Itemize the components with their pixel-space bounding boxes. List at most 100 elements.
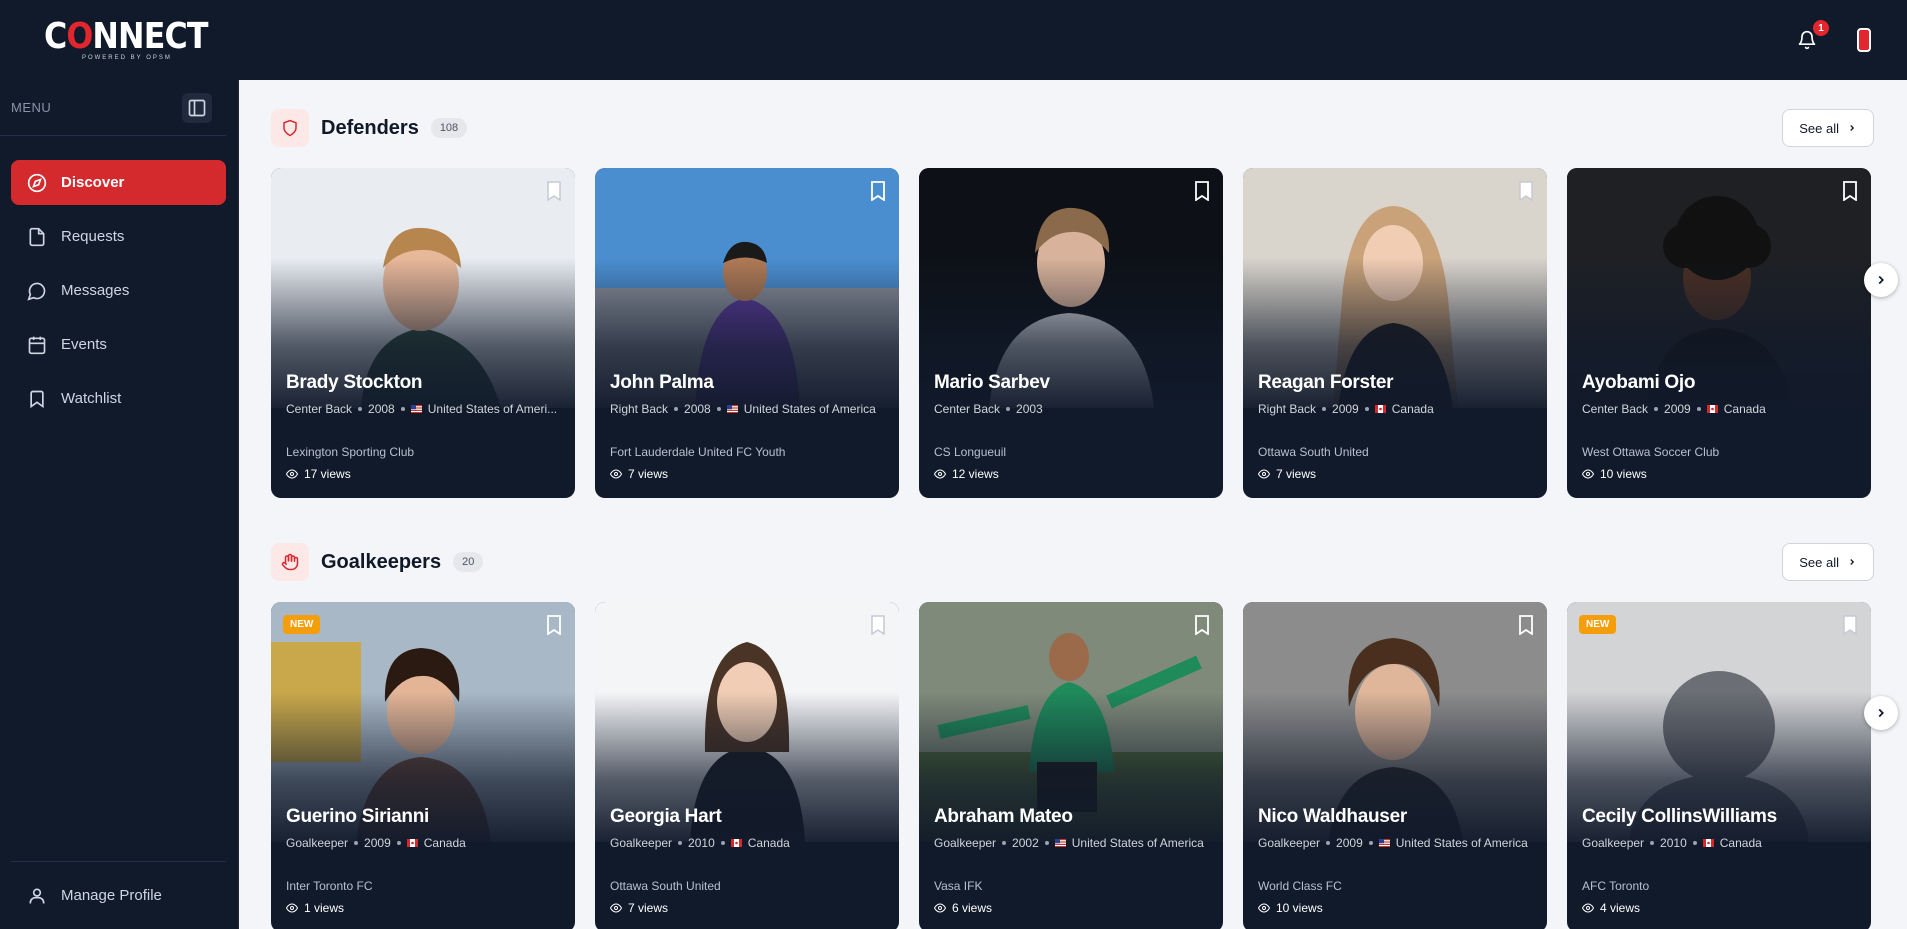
sidebar-item-label: Requests xyxy=(61,228,125,245)
new-badge: NEW xyxy=(283,615,321,634)
player-views-count: 10 views xyxy=(1600,467,1647,481)
top-bar: CONNECT POWERED BY OPSM 1 xyxy=(0,0,1907,80)
player-birth-year: 2009 xyxy=(1664,402,1691,416)
player-country: United States of America xyxy=(1395,836,1528,850)
player-club: AFC Toronto xyxy=(1582,879,1650,893)
sidebar-item-messages[interactable]: Messages xyxy=(11,268,226,313)
player-card[interactable]: NEW Guerino Sirianni Goalkeeper 2009 Can… xyxy=(271,602,575,929)
connect-logo[interactable]: CONNECT POWERED BY OPSM xyxy=(44,19,230,62)
canada-flag-icon xyxy=(406,839,418,847)
player-views-count: 4 views xyxy=(1600,901,1641,915)
player-country: United States of Ameri... xyxy=(427,402,558,416)
eye-icon xyxy=(1582,903,1594,913)
player-card[interactable]: Mario Sarbev Center Back 2003 CS Longueu… xyxy=(919,168,1223,498)
sidebar-item-discover[interactable]: Discover xyxy=(11,160,226,205)
sidebar-toggle-icon xyxy=(188,99,206,116)
player-card[interactable]: Brady Stockton Center Back 2008 United S… xyxy=(271,168,575,498)
player-club: Vasa IFK xyxy=(934,879,983,893)
see-all-button[interactable]: See all xyxy=(1782,543,1874,581)
player-country: Canada xyxy=(747,836,790,850)
bookmark-icon[interactable] xyxy=(870,615,886,635)
sidebar-item-label: Watchlist xyxy=(61,390,122,407)
section-header-goalkeepers: Goalkeepers 20 See all xyxy=(271,539,1874,585)
sidebar-item-watchlist[interactable]: Watchlist xyxy=(11,376,226,421)
eye-icon xyxy=(610,469,622,479)
canada-flag-icon xyxy=(730,839,742,847)
player-name: Abraham Mateo xyxy=(934,806,1073,827)
player-position: Center Back xyxy=(286,402,353,416)
chevron-right-icon xyxy=(1850,559,1855,565)
bookmark-icon[interactable] xyxy=(1842,181,1858,201)
player-country: United States of America xyxy=(743,402,876,416)
player-birth-year: 2008 xyxy=(684,402,711,416)
bookmark-icon[interactable] xyxy=(1842,615,1858,635)
see-all-label: See all xyxy=(1799,120,1839,136)
player-card[interactable]: Ayobami Ojo Center Back 2009 Canada West… xyxy=(1567,168,1871,498)
player-card-row: NEW Guerino Sirianni Goalkeeper 2009 Can… xyxy=(271,602,1871,929)
player-views: 12 views xyxy=(934,467,999,481)
bookmark-icon[interactable] xyxy=(1518,615,1534,635)
sidebar-item-label: Discover xyxy=(61,174,125,191)
player-views: 10 views xyxy=(1582,467,1647,481)
player-position: Goalkeeper xyxy=(934,836,997,850)
us-flag-icon xyxy=(1054,839,1066,847)
us-flag-icon xyxy=(410,405,422,413)
player-name: Georgia Hart xyxy=(610,806,722,827)
player-views: 6 views xyxy=(934,901,992,915)
player-name: Nico Waldhauser xyxy=(1258,806,1407,827)
player-card[interactable]: Nico Waldhauser Goalkeeper 2009 United S… xyxy=(1243,602,1547,929)
calendar-icon xyxy=(28,336,46,354)
player-views: 7 views xyxy=(1258,467,1316,481)
player-name: John Palma xyxy=(610,372,714,393)
document-icon xyxy=(29,227,45,246)
player-views: 10 views xyxy=(1258,901,1323,915)
player-views: 7 views xyxy=(610,467,668,481)
player-club: Fort Lauderdale United FC Youth xyxy=(610,445,786,459)
player-position: Goalkeeper xyxy=(286,836,349,850)
player-name: Mario Sarbev xyxy=(934,372,1050,393)
notifications-button[interactable]: 1 xyxy=(1793,20,1829,54)
player-card[interactable]: NEW Cecily CollinsWilliams Goalkeeper 20… xyxy=(1567,602,1871,929)
player-birth-year: 2003 xyxy=(1016,402,1043,416)
player-views-count: 7 views xyxy=(1276,467,1317,481)
bookmark-icon[interactable] xyxy=(1194,181,1210,201)
player-birth-year: 2002 xyxy=(1012,836,1039,850)
carousel-next-button[interactable] xyxy=(1864,696,1898,730)
player-card[interactable]: Georgia Hart Goalkeeper 2010 Canada Otta… xyxy=(595,602,899,929)
sidebar-item-events[interactable]: Events xyxy=(11,322,226,367)
shield-icon xyxy=(271,109,309,147)
us-flag-icon xyxy=(1378,839,1390,847)
sidebar-item-requests[interactable]: Requests xyxy=(11,214,226,259)
player-views-count: 7 views xyxy=(628,467,669,481)
bookmark-icon[interactable] xyxy=(870,181,886,201)
player-card[interactable]: John Palma Right Back 2008 United States… xyxy=(595,168,899,498)
player-card[interactable]: Reagan Forster Right Back 2009 Canada Ot… xyxy=(1243,168,1547,498)
sidebar-item-label: Events xyxy=(61,336,107,353)
player-country: Canada xyxy=(1719,836,1762,850)
player-club: Ottawa South United xyxy=(1258,445,1369,459)
manage-profile-button[interactable]: Manage Profile xyxy=(11,861,226,929)
player-position: Goalkeeper xyxy=(610,836,673,850)
player-views: 7 views xyxy=(610,901,668,915)
player-views-count: 6 views xyxy=(952,901,993,915)
user-avatar[interactable] xyxy=(1857,28,1871,52)
carousel-next-button[interactable] xyxy=(1864,263,1898,297)
player-country: Canada xyxy=(1391,402,1434,416)
player-views-count: 1 views xyxy=(304,901,345,915)
player-card[interactable]: Abraham Mateo Goalkeeper 2002 United Sta… xyxy=(919,602,1223,929)
bookmark-icon[interactable] xyxy=(1194,615,1210,635)
eye-icon xyxy=(610,903,622,913)
player-club: West Ottawa Soccer Club xyxy=(1582,445,1720,459)
us-flag-icon xyxy=(726,405,738,413)
player-name: Ayobami Ojo xyxy=(1582,372,1696,393)
player-birth-year: 2009 xyxy=(1336,836,1363,850)
main-content: Defenders 108 See all Brady Stockton Cen… xyxy=(240,80,1907,929)
bookmark-icon[interactable] xyxy=(546,181,562,201)
see-all-button[interactable]: See all xyxy=(1782,109,1874,147)
section-count-badge: 108 xyxy=(430,118,468,138)
eye-icon xyxy=(1582,469,1594,479)
player-position: Right Back xyxy=(1258,402,1317,416)
bookmark-icon[interactable] xyxy=(546,615,562,635)
collapse-sidebar-button[interactable] xyxy=(182,92,212,123)
bookmark-icon[interactable] xyxy=(1518,181,1534,201)
